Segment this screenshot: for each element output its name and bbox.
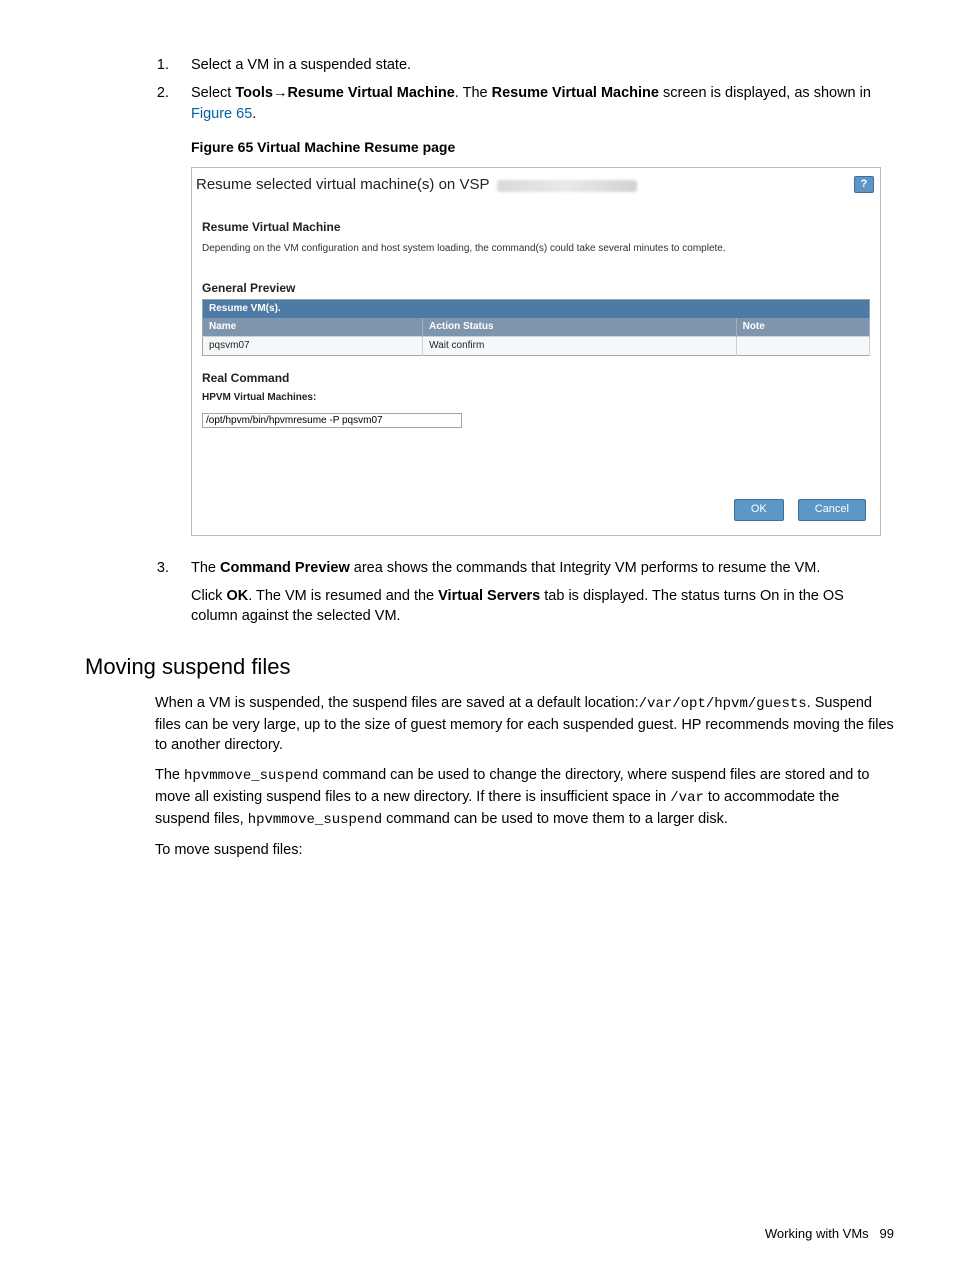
paragraph-3: To move suspend files: bbox=[155, 840, 894, 860]
section-heading: Moving suspend files bbox=[85, 652, 894, 683]
text: When a VM is suspended, the suspend file… bbox=[155, 695, 639, 711]
panel-header: Resume selected virtual machine(s) on VS… bbox=[192, 168, 880, 201]
help-icon[interactable]: ? bbox=[854, 176, 874, 193]
page-number: 99 bbox=[880, 1226, 894, 1241]
paragraph-1: When a VM is suspended, the suspend file… bbox=[155, 693, 894, 755]
screenshot-panel: Resume selected virtual machine(s) on VS… bbox=[191, 167, 881, 535]
resume-vm-label: Resume Virtual Machine bbox=[287, 85, 454, 101]
table-title-row: Resume VM(s). bbox=[203, 300, 870, 319]
step-3: The Command Preview area shows the comma… bbox=[173, 558, 894, 627]
step-1: Select a VM in a suspended state. bbox=[173, 55, 894, 75]
ok-label: OK bbox=[226, 588, 248, 604]
resume-vm-heading: Resume Virtual Machine bbox=[202, 219, 870, 236]
text: Select bbox=[191, 85, 235, 101]
panel-title: Resume selected virtual machine(s) on VS… bbox=[196, 176, 489, 193]
table-row: pqsvm07 Wait confirm bbox=[203, 337, 870, 356]
button-row: OK Cancel bbox=[202, 499, 870, 520]
code-path: /var bbox=[670, 790, 704, 806]
general-preview-heading: General Preview bbox=[202, 280, 870, 297]
footer-text: Working with VMs bbox=[765, 1226, 869, 1241]
virtual-servers-label: Virtual Servers bbox=[438, 588, 540, 604]
preview-table: Resume VM(s). Name Action Status Note pq… bbox=[202, 299, 870, 356]
table-header-row: Name Action Status Note bbox=[203, 318, 870, 337]
text: screen is displayed, as shown in bbox=[659, 85, 871, 101]
text: . bbox=[252, 106, 256, 122]
cell-note bbox=[736, 337, 869, 356]
tools-label: Tools bbox=[235, 85, 273, 101]
cell-name: pqsvm07 bbox=[203, 337, 423, 356]
text: area shows the commands that Integrity V… bbox=[350, 560, 821, 576]
ok-button[interactable]: OK bbox=[734, 499, 784, 520]
ordered-steps: Select a VM in a suspended state. Select… bbox=[85, 55, 894, 626]
col-status: Action Status bbox=[423, 318, 736, 337]
page-footer: Working with VMs 99 bbox=[765, 1225, 894, 1243]
page: Select a VM in a suspended state. Select… bbox=[0, 0, 954, 1271]
panel-body: Resume Virtual Machine Depending on the … bbox=[192, 201, 880, 534]
code-path: /var/opt/hpvm/guests bbox=[639, 696, 807, 712]
figure-link[interactable]: Figure 65 bbox=[191, 106, 252, 122]
figure-caption: Figure 65 Virtual Machine Resume page bbox=[191, 138, 894, 158]
resume-vm-label-2: Resume Virtual Machine bbox=[492, 85, 659, 101]
real-command-heading: Real Command bbox=[202, 370, 870, 387]
command-input[interactable] bbox=[202, 413, 462, 428]
code-cmd: hpvmmove_suspend bbox=[248, 812, 382, 828]
paragraph-2: The hpvmmove_suspend command can be used… bbox=[155, 765, 894, 830]
hpvm-label: HPVM Virtual Machines: bbox=[202, 391, 870, 405]
text: The bbox=[155, 767, 184, 783]
text: command can be used to move them to a la… bbox=[382, 811, 728, 827]
table-title: Resume VM(s). bbox=[203, 300, 870, 319]
arrow-icon: → bbox=[273, 85, 288, 101]
code-cmd: hpvmmove_suspend bbox=[184, 768, 318, 784]
cell-status: Wait confirm bbox=[423, 337, 736, 356]
command-preview-label: Command Preview bbox=[220, 560, 350, 576]
text: . The VM is resumed and the bbox=[248, 588, 438, 604]
text: . The bbox=[455, 85, 492, 101]
text: Click bbox=[191, 588, 226, 604]
panel-title-wrap: Resume selected virtual machine(s) on VS… bbox=[196, 174, 637, 195]
text: The bbox=[191, 560, 220, 576]
col-note: Note bbox=[736, 318, 869, 337]
cancel-button[interactable]: Cancel bbox=[798, 499, 866, 520]
col-name: Name bbox=[203, 318, 423, 337]
step-2: Select Tools→Resume Virtual Machine. The… bbox=[173, 83, 894, 535]
resume-vm-note: Depending on the VM configuration and ho… bbox=[202, 242, 870, 256]
redacted-host bbox=[497, 180, 637, 192]
